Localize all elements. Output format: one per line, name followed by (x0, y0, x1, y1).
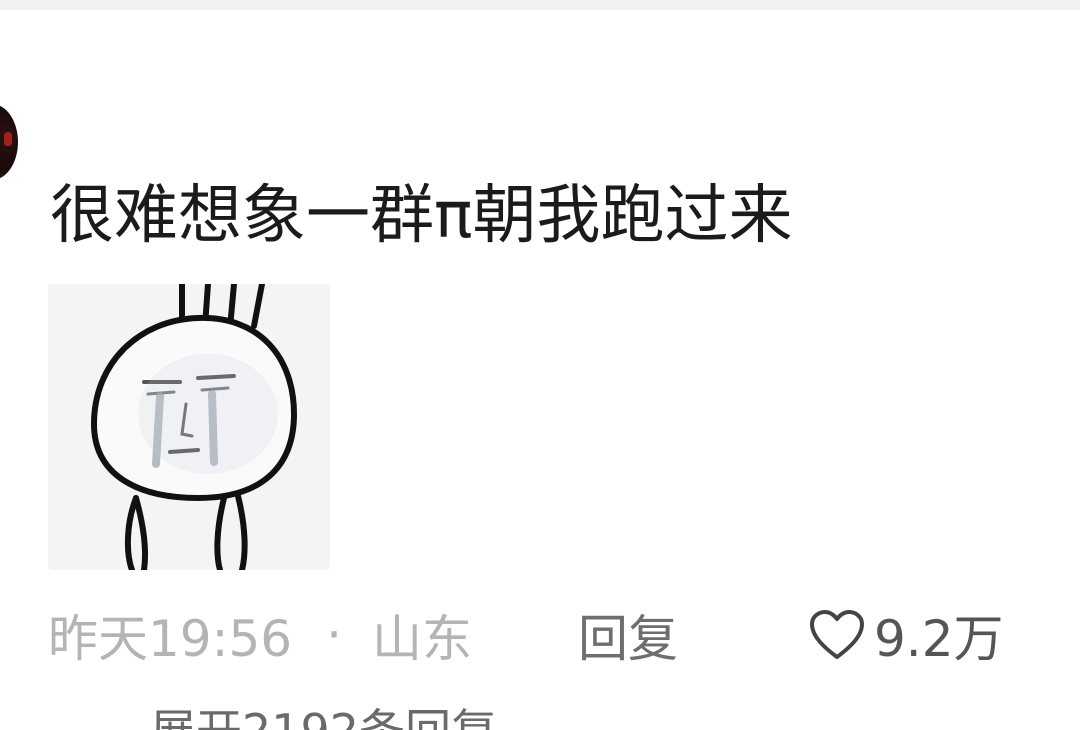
heart-outline-icon[interactable] (808, 609, 866, 661)
expand-replies-link[interactable]: 展开2192条回复 (150, 706, 497, 730)
comment-time: 昨天19:56 (48, 610, 293, 668)
reply-button[interactable]: 回复 (578, 600, 678, 670)
comment-location: 山东 (372, 610, 472, 668)
like-button[interactable]: 9.2万 (808, 600, 1004, 670)
comment-meta: 昨天19:56 · 山东 (48, 600, 472, 670)
like-count: 9.2万 (874, 610, 1004, 668)
meta-separator: · (326, 606, 342, 664)
user-avatar[interactable] (0, 104, 18, 180)
crying-rabbit-sticker[interactable] (48, 284, 330, 570)
top-divider (0, 0, 1080, 10)
comment-text: 很难想象一群π朝我跑过来 (50, 179, 793, 253)
rabbit-drawing (48, 284, 330, 570)
comment-screen: 很难想象一群π朝我跑过来 昨天19:56 · 山东 回复 9.2万 (0, 0, 1080, 730)
